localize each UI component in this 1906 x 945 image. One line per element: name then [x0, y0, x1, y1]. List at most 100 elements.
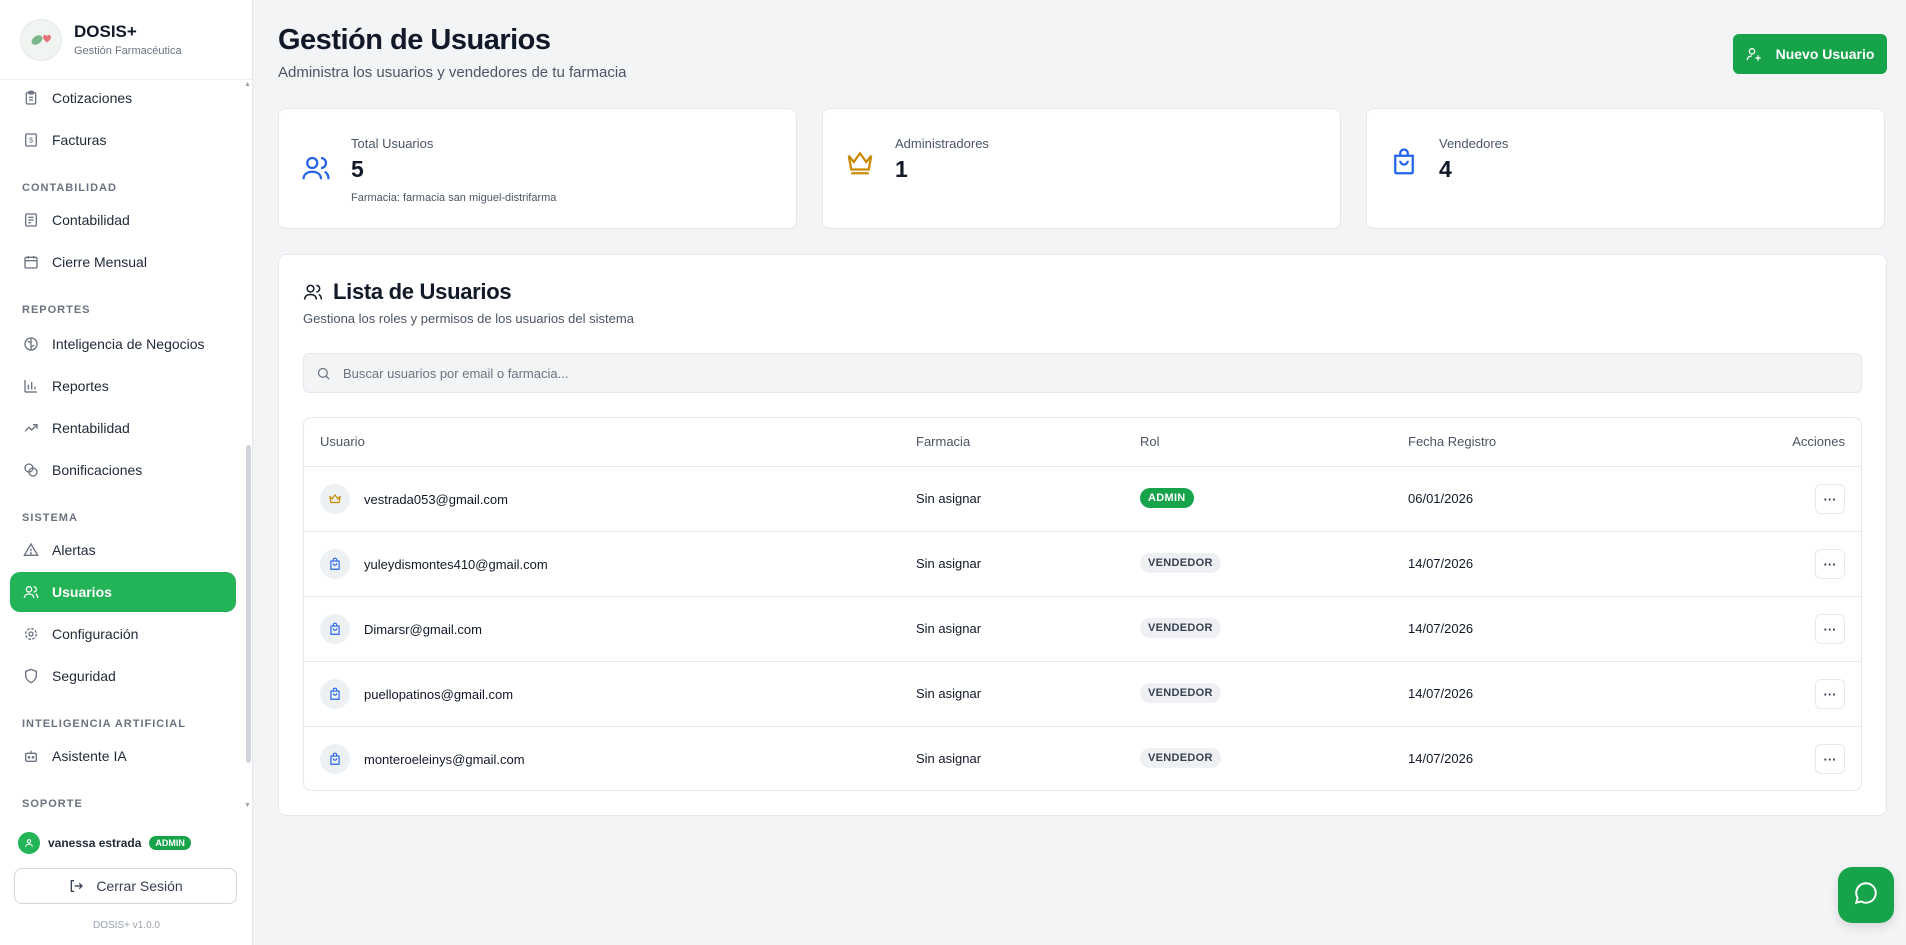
role-cell: ADMIN — [1140, 488, 1194, 508]
bot-icon — [22, 747, 40, 765]
stat-card-sellers: Vendedores 4 — [1366, 108, 1885, 229]
table-row[interactable]: vestrada053@gmail.com Sin asignar ADMIN … — [304, 467, 1861, 532]
search-icon — [316, 366, 331, 381]
logo-icon — [20, 18, 62, 61]
role-cell: VENDEDOR — [1140, 683, 1221, 703]
sidebar-scrollbar[interactable] — [246, 80, 251, 812]
new-user-button[interactable]: Nuevo Usuario — [1733, 34, 1887, 74]
role-badge: ADMIN — [1140, 488, 1194, 508]
table-row[interactable]: yuleydismontes410@gmail.com Sin asignar … — [304, 532, 1861, 597]
actions-cell: ··· — [1815, 614, 1845, 644]
sidebar-item-configuracion[interactable]: Configuración — [10, 614, 236, 654]
ledger-icon — [22, 211, 40, 229]
role-badge: VENDEDOR — [1140, 553, 1221, 573]
users-icon — [301, 153, 331, 188]
more-actions-button[interactable]: ··· — [1815, 679, 1845, 709]
stat-value: 5 — [351, 156, 364, 182]
page-title: Gestión de Usuarios — [278, 24, 551, 56]
logout-icon — [68, 878, 84, 894]
column-header-role[interactable]: Rol — [1140, 434, 1160, 449]
user-email: vestrada053@gmail.com — [364, 491, 508, 507]
stat-label: Vendedores — [1439, 136, 1509, 151]
more-actions-button[interactable]: ··· — [1815, 744, 1845, 774]
chat-bubble-icon — [1853, 880, 1879, 911]
user-list-card: Lista de Usuarios Gestiona los roles y p… — [278, 254, 1887, 816]
pharmacy-cell: Sin asignar — [916, 491, 982, 506]
sidebar-item-bonificaciones[interactable]: Bonificaciones — [10, 450, 236, 490]
shopping-bag-icon — [320, 549, 350, 579]
user-plus-icon — [1746, 46, 1762, 62]
stat-note: Farmacia: farmacia san miguel-distrifarm… — [351, 192, 557, 204]
more-actions-button[interactable]: ··· — [1815, 614, 1845, 644]
gear-icon — [22, 625, 40, 643]
user-name: vanessa estrada — [48, 836, 142, 850]
sidebar-item-facturas[interactable]: $ Facturas — [10, 120, 236, 160]
sidebar-item-asistente-ia[interactable]: Asistente IA — [10, 736, 236, 776]
brain-icon — [22, 335, 40, 353]
date-cell: 14/07/2026 — [1408, 686, 1474, 701]
stat-value: 4 — [1439, 156, 1452, 182]
avatar — [18, 832, 40, 854]
sidebar-item-cotizaciones[interactable]: Cotizaciones — [10, 80, 236, 118]
table-row[interactable]: puellopatinos@gmail.com Sin asignar VEND… — [304, 662, 1861, 727]
table-row[interactable]: monteroeleinys@gmail.com Sin asignar VEN… — [304, 727, 1861, 790]
column-header-pharmacy[interactable]: Farmacia — [916, 434, 970, 449]
section-title: SISTEMA — [22, 512, 78, 524]
sidebar-item-cierre-mensual[interactable]: Cierre Mensual — [10, 242, 236, 282]
stat-card-admins: Administradores 1 — [822, 108, 1341, 229]
current-user: vanessa estrada ADMIN — [18, 832, 191, 854]
actions-cell: ··· — [1815, 484, 1845, 514]
users-icon — [303, 282, 323, 302]
shield-icon — [22, 667, 40, 685]
stat-label: Administradores — [895, 136, 989, 151]
role-cell: VENDEDOR — [1140, 553, 1221, 573]
sidebar: DOSIS+ Gestión Farmacéutica Cotizaciones… — [0, 0, 253, 945]
user-cell: monteroeleinys@gmail.com — [320, 744, 525, 774]
svg-text:$: $ — [29, 136, 33, 145]
actions-cell: ··· — [1815, 679, 1845, 709]
search-bar[interactable] — [303, 353, 1862, 393]
column-header-user[interactable]: Usuario — [320, 434, 365, 449]
user-cell: vestrada053@gmail.com — [320, 484, 508, 514]
page-subtitle: Administra los usuarios y vendedores de … — [278, 64, 627, 81]
column-header-date[interactable]: Fecha Registro — [1408, 434, 1496, 449]
table-row[interactable]: Dimarsr@gmail.com Sin asignar VENDEDOR 1… — [304, 597, 1861, 662]
clipboard-icon — [22, 89, 40, 107]
brand-header[interactable]: DOSIS+ Gestión Farmacéutica — [0, 0, 252, 80]
sidebar-item-contabilidad[interactable]: Contabilidad — [10, 200, 236, 240]
users-table: Usuario Farmacia Rol Fecha Registro Acci… — [303, 417, 1862, 791]
brand-subtitle: Gestión Farmacéutica — [74, 45, 182, 57]
sidebar-item-usuarios[interactable]: Usuarios — [10, 572, 236, 612]
sidebar-item-reportes[interactable]: Reportes — [10, 366, 236, 406]
sidebar-item-label: Contabilidad — [52, 212, 130, 228]
logout-button[interactable]: Cerrar Sesión — [14, 868, 237, 904]
role-cell: VENDEDOR — [1140, 618, 1221, 638]
receipt-icon: $ — [22, 131, 40, 149]
date-cell: 06/01/2026 — [1408, 491, 1474, 506]
role-cell: VENDEDOR — [1140, 748, 1221, 768]
more-actions-button[interactable]: ··· — [1815, 484, 1845, 514]
actions-cell: ··· — [1815, 744, 1845, 774]
trending-up-icon — [22, 419, 40, 437]
list-title-text: Lista de Usuarios — [333, 279, 512, 304]
sidebar-item-rentabilidad[interactable]: Rentabilidad — [10, 408, 236, 448]
more-actions-button[interactable]: ··· — [1815, 549, 1845, 579]
section-title: SOPORTE — [22, 798, 83, 810]
table-header: Usuario Farmacia Rol Fecha Registro Acci… — [304, 418, 1861, 467]
sidebar-item-alertas[interactable]: Alertas — [10, 530, 236, 570]
user-cell: yuleydismontes410@gmail.com — [320, 549, 548, 579]
role-badge: VENDEDOR — [1140, 683, 1221, 703]
brand-title: DOSIS+ — [74, 22, 137, 41]
sidebar-item-seguridad[interactable]: Seguridad — [10, 656, 236, 696]
actions-cell: ··· — [1815, 549, 1845, 579]
chat-button[interactable] — [1838, 867, 1894, 923]
sidebar-item-inteligencia-negocios[interactable]: Inteligencia de Negocios — [10, 324, 236, 364]
new-user-label: Nuevo Usuario — [1775, 46, 1875, 62]
sidebar-item-label: Bonificaciones — [52, 462, 143, 478]
sidebar-item-label: Facturas — [52, 132, 107, 148]
scroll-down-icon[interactable]: ▼ — [244, 802, 251, 809]
user-email: puellopatinos@gmail.com — [364, 686, 514, 702]
search-input[interactable] — [343, 365, 1843, 381]
pharmacy-cell: Sin asignar — [916, 686, 982, 701]
user-role-badge: ADMIN — [149, 836, 191, 850]
